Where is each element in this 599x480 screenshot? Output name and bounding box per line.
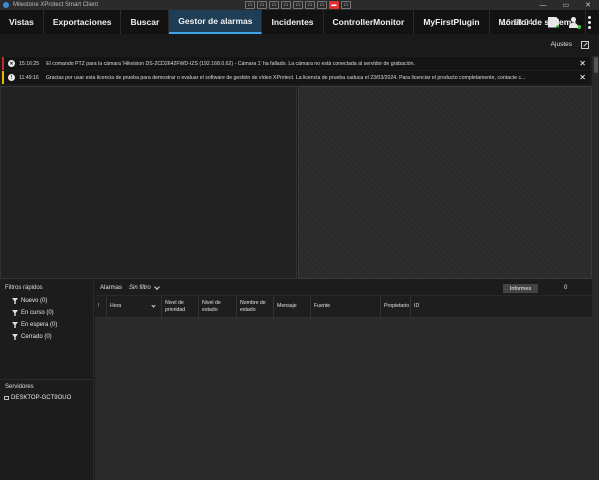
- tab-exportaciones[interactable]: Exportaciones: [44, 10, 122, 34]
- servers-panel: Servidores DESKTOP-GCT9OUO: [0, 379, 94, 480]
- column-label: Hora: [110, 303, 122, 310]
- quick-filters-title: Filtros rápidos: [5, 285, 43, 291]
- tab-controllermonitor[interactable]: ControllerMonitor: [324, 10, 415, 34]
- toolbar-icon-1[interactable]: ▭: [245, 1, 255, 9]
- error-icon: ✕: [8, 60, 15, 67]
- video-preview-pane[interactable]: [298, 86, 592, 279]
- filter-new[interactable]: Nuevo (0): [0, 295, 93, 307]
- column-nombre-estado[interactable]: Nombre de estado: [237, 296, 274, 317]
- funnel-icon: [12, 334, 18, 340]
- funnel-icon: [12, 298, 18, 304]
- filter-label: En espera (0): [21, 322, 58, 328]
- servers-title: Servidores: [5, 384, 34, 390]
- sub-header: Ajustes: [0, 34, 599, 56]
- server-icon: [4, 396, 9, 400]
- toolbar-icon-9[interactable]: ▭: [341, 1, 351, 9]
- toolbar-icon-6[interactable]: ▭: [305, 1, 315, 9]
- title-toolbar: ▭ ▭ ▭ ▭ ▭ ▭ ▭ ▬ ▭: [245, 1, 351, 9]
- toolbar-icon-4[interactable]: ▭: [281, 1, 291, 9]
- map-pane[interactable]: [0, 86, 297, 279]
- title-bar: Milestone XProtect Smart Client ▭ ▭ ▭ ▭ …: [0, 0, 599, 10]
- toolbar-icon-7[interactable]: ▭: [317, 1, 327, 9]
- server-name: DESKTOP-GCT9OUO: [11, 395, 72, 401]
- notification-time: 15:16:25: [19, 60, 40, 67]
- close-icon[interactable]: ✕: [579, 73, 586, 82]
- close-icon[interactable]: ✕: [585, 1, 591, 9]
- server-item[interactable]: DESKTOP-GCT9OUO: [0, 395, 93, 401]
- column-hora[interactable]: Hora: [107, 296, 162, 317]
- alarm-list: Alarmas Sin filtro Informes 0 ! Hora Niv…: [95, 281, 592, 480]
- toolbar-icon-5[interactable]: ▭: [293, 1, 303, 9]
- tab-myfirstplugin[interactable]: MyFirstPlugin: [414, 10, 490, 34]
- tab-gestor-de-alarmas[interactable]: Gestor de alarmas: [169, 10, 263, 34]
- alarm-table-body[interactable]: [95, 318, 592, 480]
- warning-icon: !: [8, 74, 15, 81]
- reports-button[interactable]: Informes: [503, 284, 538, 293]
- alarm-toolbar: Alarmas Sin filtro Informes 0: [95, 281, 592, 295]
- column-nivel-estado[interactable]: Nivel de estado: [199, 296, 237, 317]
- scrollbar[interactable]: [592, 56, 599, 480]
- window-title: Milestone XProtect Smart Client: [13, 2, 99, 8]
- chevron-down-icon[interactable]: [153, 284, 160, 290]
- settings-button[interactable]: Ajustes: [551, 41, 572, 48]
- app-logo-icon: [3, 2, 9, 8]
- column-propietario[interactable]: Propietario: [381, 296, 411, 317]
- more-menu-icon[interactable]: [588, 15, 591, 29]
- clock: 16:18:04: [501, 17, 533, 27]
- funnel-icon: [12, 322, 18, 328]
- column-id[interactable]: ID: [411, 296, 592, 317]
- filter-in-progress[interactable]: En curso (0): [0, 307, 93, 319]
- status-document-icon[interactable]: [548, 16, 559, 28]
- toolbar-icon-2[interactable]: ▭: [257, 1, 267, 9]
- tab-vistas[interactable]: Vistas: [0, 10, 44, 34]
- alarm-table-header: ! Hora Nivel de prioridad Nivel de estad…: [95, 296, 592, 318]
- column-mensaje[interactable]: Mensaje: [274, 296, 311, 317]
- tab-buscar[interactable]: Buscar: [121, 10, 170, 34]
- alarm-count: 0: [564, 285, 568, 291]
- sort-chevron-icon: [151, 303, 156, 308]
- online-dot: [577, 24, 581, 29]
- toolbar-icon-3[interactable]: ▭: [269, 1, 279, 9]
- maximize-icon[interactable]: ▭: [563, 1, 570, 9]
- notification-time: 11:49:16: [19, 74, 39, 81]
- filter-label: En curso (0): [21, 310, 54, 316]
- notification-message: El comando PTZ para la cámara 'Hikvision…: [46, 60, 415, 67]
- stop-icon[interactable]: ▬: [329, 1, 339, 9]
- scrollbar-thumb[interactable]: [594, 57, 598, 73]
- main-navigation: Vistas Exportaciones Buscar Gestor de al…: [0, 10, 599, 34]
- nav-actions: [548, 10, 591, 34]
- tab-incidentes[interactable]: Incidentes: [262, 10, 324, 34]
- user-icon[interactable]: [568, 16, 581, 29]
- notification-message: Gracias por usar esta licencia de prueba…: [45, 74, 526, 81]
- close-icon[interactable]: ✕: [579, 59, 586, 68]
- filter-closed[interactable]: Cerrado (0): [0, 331, 93, 343]
- column-nivel-prioridad[interactable]: Nivel de prioridad: [162, 296, 199, 317]
- column-priority-flag[interactable]: !: [95, 296, 107, 317]
- error-notification: ✕ 15:16:25 El comando PTZ para la cámara…: [2, 57, 590, 70]
- expand-icon[interactable]: [581, 41, 589, 49]
- warning-notification: ! 11:49:16 Gracias por usar esta licenci…: [2, 71, 590, 84]
- filter-label: Nuevo (0): [21, 298, 48, 304]
- funnel-icon: [12, 310, 18, 316]
- filter-label: Cerrado (0): [21, 334, 52, 340]
- filter-on-hold[interactable]: En espera (0): [0, 319, 93, 331]
- minimize-icon[interactable]: —: [540, 2, 547, 9]
- column-fuente[interactable]: Fuente: [311, 296, 381, 317]
- filter-dropdown[interactable]: Sin filtro: [129, 285, 151, 291]
- quick-filters-panel: Filtros rápidos Nuevo (0) En curso (0) E…: [0, 281, 94, 377]
- window-controls: — ▭ ✕: [540, 0, 592, 10]
- alarms-label: Alarmas: [100, 285, 123, 291]
